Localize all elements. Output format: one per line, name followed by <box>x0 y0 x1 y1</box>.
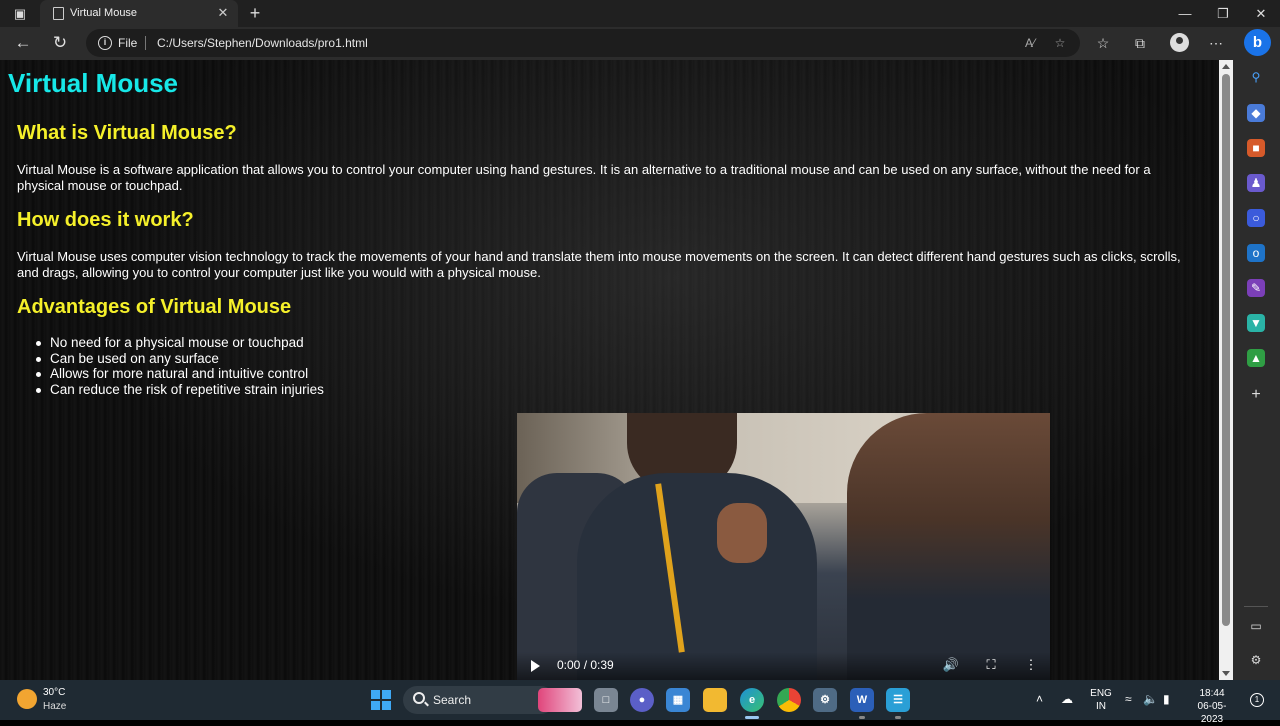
word-open-indicator <box>859 716 865 719</box>
settings-icon[interactable]: ⚙ <box>1247 651 1265 669</box>
video-player[interactable]: 0:00 / 0:39 🔊 ⛶ ⋮ <box>517 413 1050 680</box>
search-icon <box>413 692 425 704</box>
page-content: Virtual Mouse What is Virtual Mouse? Vir… <box>0 60 1219 680</box>
edge-sidebar: ⚲ ◆ ■ ♟ ○ o ✎ ▼ ▲ + ▭ ⚙ <box>1233 60 1280 680</box>
wifi-icon[interactable]: ≈ <box>1125 692 1132 706</box>
section-heading-how: How does it work? <box>17 209 194 231</box>
clock-time: 18:44 <box>1199 688 1225 699</box>
edge-icon[interactable]: e <box>740 688 764 712</box>
notification-icon[interactable]: 1 <box>1250 693 1264 707</box>
windows-taskbar: 30°C Haze Search □ ● ▦ e ⚙ W ☰ ˄ ☁ ENG I… <box>0 680 1280 725</box>
video-time: 0:00 / 0:39 <box>557 658 614 672</box>
page-favicon-icon <box>53 7 64 20</box>
language-code: ENG <box>1090 688 1112 699</box>
back-icon[interactable]: ← <box>10 30 36 56</box>
region-code: IN <box>1096 701 1106 712</box>
list-item: Can reduce the risk of repetitive strain… <box>36 382 324 398</box>
address-bar[interactable]: i File C:/Users/Stephen/Downloads/pro1.h… <box>86 29 1080 57</box>
teams-chat-icon[interactable]: ● <box>630 688 654 712</box>
tab-actions-icon[interactable]: ▣ <box>9 3 31 25</box>
show-hidden-icons-icon[interactable]: ˄ <box>1036 692 1043 706</box>
info-icon[interactable]: i <box>98 36 112 50</box>
tools-icon[interactable]: ■ <box>1247 139 1265 157</box>
page-title: Virtual Mouse <box>8 68 179 98</box>
fullscreen-icon[interactable]: ⛶ <box>981 656 1001 674</box>
word-icon[interactable]: W <box>850 688 874 712</box>
scrollbar-thumb[interactable] <box>1222 74 1230 626</box>
taskbar-search[interactable]: Search <box>403 686 555 714</box>
outlook-icon[interactable]: o <box>1247 244 1265 262</box>
weather-icon[interactable] <box>17 689 37 709</box>
start-icon[interactable] <box>371 690 391 710</box>
video-person-center <box>577 473 817 680</box>
scheme-label: File <box>118 36 138 50</box>
weather-temp: 30°C <box>43 687 66 698</box>
section-text-what: Virtual Mouse is a software application … <box>17 162 1151 193</box>
new-tab-icon[interactable]: + <box>244 2 266 24</box>
url-text[interactable]: C:/Users/Stephen/Downloads/pro1.html <box>157 36 368 50</box>
taskbar-clock[interactable]: 18:44 06-05-2023 <box>1190 687 1234 726</box>
games-icon[interactable]: ♟ <box>1247 174 1265 192</box>
speaker-icon[interactable]: 🔈 <box>1143 692 1158 706</box>
list-item: Allows for more natural and intuitive co… <box>36 366 324 382</box>
search-icon[interactable]: ⚲ <box>1247 68 1265 86</box>
shopping-icon[interactable]: ◆ <box>1247 104 1265 122</box>
play-icon[interactable] <box>531 660 540 672</box>
section-text-how: Virtual Mouse uses computer vision techn… <box>17 249 1181 280</box>
search-label: Search <box>433 693 472 707</box>
weather-condition: Haze <box>43 701 67 712</box>
widget-badge-icon[interactable] <box>538 688 582 712</box>
vertical-scrollbar[interactable] <box>1219 60 1233 680</box>
store-icon[interactable]: ▦ <box>666 688 690 712</box>
notepad-open-indicator <box>895 716 901 719</box>
video-more-icon[interactable]: ⋮ <box>1021 656 1041 674</box>
profile-avatar[interactable] <box>1170 33 1189 52</box>
notepad-icon[interactable]: ☰ <box>886 688 910 712</box>
refresh-icon[interactable]: ↻ <box>47 30 73 56</box>
clock-date: 06-05-2023 <box>1197 701 1227 725</box>
drop-icon[interactable]: ▼ <box>1247 314 1265 332</box>
add-favorite-icon[interactable]: ☆ <box>1050 34 1070 52</box>
file-explorer-icon[interactable] <box>703 688 727 712</box>
video-hand <box>717 503 767 563</box>
maximize-icon[interactable]: ❐ <box>1204 0 1242 27</box>
advantages-list: No need for a physical mouse or touchpad… <box>36 335 324 397</box>
language-indicator[interactable]: ENG IN <box>1090 687 1112 713</box>
browser-titlebar: ▣ Virtual Mouse ✕ + — ❐ ✕ <box>0 0 1280 27</box>
bing-copilot-icon[interactable]: b <box>1244 29 1271 56</box>
video-controls: 0:00 / 0:39 🔊 ⛶ ⋮ <box>517 652 1050 680</box>
favorites-icon[interactable]: ☆ <box>1092 32 1114 54</box>
designer-icon[interactable]: ✎ <box>1247 279 1265 297</box>
browser-toolbar: ← ↻ i File C:/Users/Stephen/Downloads/pr… <box>0 27 1280 60</box>
close-tab-icon[interactable]: ✕ <box>214 3 232 23</box>
battery-icon[interactable]: ▮ <box>1163 692 1170 706</box>
add-sidebar-app-icon[interactable]: + <box>1247 386 1265 404</box>
onedrive-icon[interactable]: ☁ <box>1061 692 1073 706</box>
tree-icon[interactable]: ▲ <box>1247 349 1265 367</box>
chrome-icon[interactable] <box>777 688 801 712</box>
list-item: No need for a physical mouse or touchpad <box>36 335 324 351</box>
address-separator <box>145 36 146 50</box>
collections-icon[interactable]: ⧉ <box>1129 32 1151 54</box>
video-person-right <box>847 413 1050 680</box>
section-heading-what: What is Virtual Mouse? <box>17 122 237 144</box>
scroll-down-icon[interactable] <box>1222 671 1230 676</box>
browser-tab[interactable]: Virtual Mouse ✕ <box>40 0 238 27</box>
sidebar-divider <box>1244 606 1268 607</box>
more-options-icon[interactable]: ⋯ <box>1205 32 1227 54</box>
section-heading-advantages: Advantages of Virtual Mouse <box>17 296 292 318</box>
close-window-icon[interactable]: ✕ <box>1242 0 1280 27</box>
scroll-up-icon[interactable] <box>1222 64 1230 69</box>
volume-icon[interactable]: 🔊 <box>941 656 961 674</box>
microsoft365-icon[interactable]: ○ <box>1247 209 1265 227</box>
task-view-icon[interactable]: □ <box>594 688 618 712</box>
list-item: Can be used on any surface <box>36 351 324 367</box>
tab-title: Virtual Mouse <box>70 7 138 19</box>
edge-active-indicator <box>745 716 759 719</box>
minimize-icon[interactable]: — <box>1166 0 1204 27</box>
read-aloud-icon[interactable]: A⁄ <box>1020 34 1040 52</box>
settings-app-icon[interactable]: ⚙ <box>813 688 837 712</box>
hide-sidebar-icon[interactable]: ▭ <box>1247 617 1265 635</box>
